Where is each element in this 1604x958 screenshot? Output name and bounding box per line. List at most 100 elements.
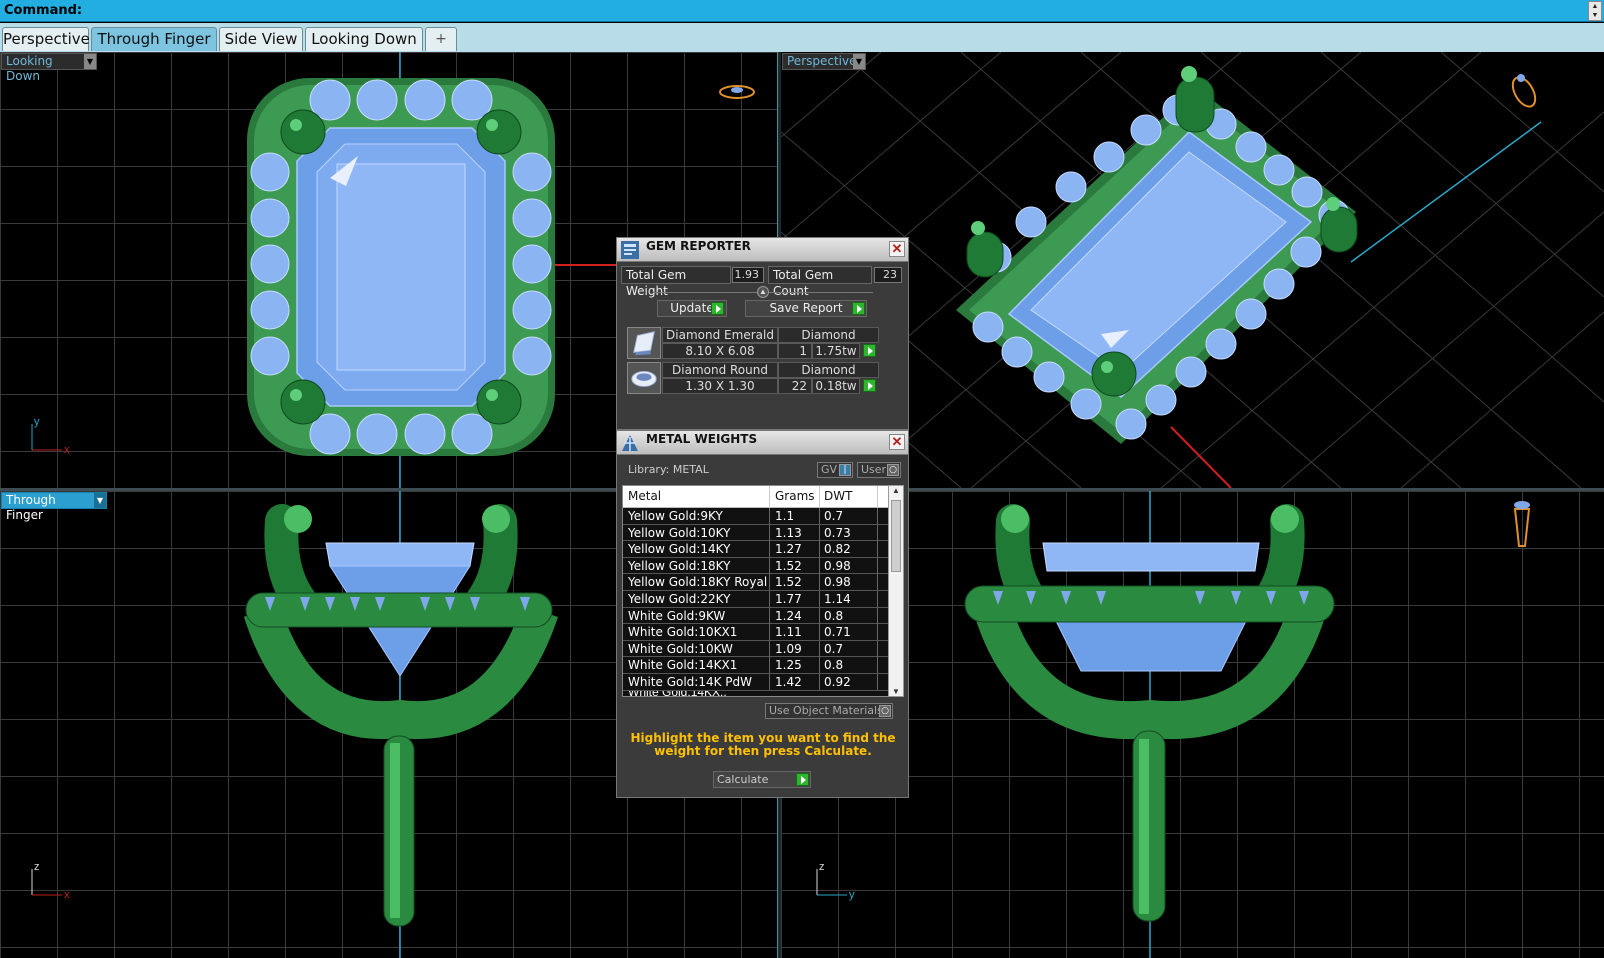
- round-cut-icon: [627, 362, 661, 394]
- total-gem-count-value: 23: [874, 267, 902, 283]
- column-separator: [819, 541, 820, 558]
- update-button-label: Update: [670, 301, 714, 315]
- gem-reporter-titlebar[interactable]: GEM REPORTER ✕: [617, 238, 908, 262]
- table-row[interactable]: White Gold:14K PdW 1.42 0.92: [623, 674, 888, 691]
- metal-weights-panel: METAL WEIGHTS ✕ Library: METAL GV | User ○…: [616, 430, 909, 798]
- command-label: Command:: [4, 3, 83, 18]
- app-window: Command: ▲ ▼ Perspective Through Finger S…: [0, 0, 1604, 958]
- table-row[interactable]: White Gold:10KW 1.09 0.7: [623, 640, 888, 658]
- table-row[interactable]: White Gold:14KX1 1.25 0.8: [623, 657, 888, 674]
- gem-reporter-panel: GEM REPORTER ✕ Total Gem Weight 1.93 Tot…: [616, 237, 909, 430]
- user-toggle[interactable]: User ○: [857, 462, 901, 478]
- column-separator: [769, 524, 770, 541]
- gem-row-go-icon[interactable]: [863, 344, 876, 357]
- metal-weights-title: METAL WEIGHTS: [646, 432, 758, 446]
- table-row[interactable]: White Gold:9KW 1.24 0.8: [623, 607, 888, 625]
- total-gem-weight-value: 1.93: [732, 267, 764, 283]
- table-row[interactable]: Yellow Gold:10KY 1.13 0.73: [623, 524, 888, 542]
- column-separator: [877, 524, 878, 541]
- cell-grams: 1.09: [775, 641, 802, 656]
- user-toggle-label: User: [861, 463, 887, 476]
- table-row[interactable]: White Gold:10KX1 1.11 0.71: [623, 624, 888, 641]
- column-separator: [819, 557, 820, 574]
- column-separator: [769, 541, 770, 558]
- cell-metal: Yellow Gold:10KY: [628, 525, 731, 540]
- gv-toggle[interactable]: GV |: [817, 462, 853, 478]
- axis-label-x: x: [64, 889, 70, 901]
- tab-looking-down[interactable]: Looking Down: [305, 27, 423, 51]
- viewport-label-perspective[interactable]: Perspective ▼: [782, 53, 866, 70]
- gem-list-item[interactable]: Diamond Round Diamond 1.30 X 1.30 22 0.1…: [627, 362, 879, 394]
- gem-count: 22: [778, 378, 812, 394]
- column-separator: [819, 624, 820, 641]
- gem-size: 8.10 X 6.08: [662, 343, 778, 359]
- metal-table-scrollbar[interactable]: ▲ ▼: [888, 485, 904, 697]
- gem-report-icon: [621, 241, 639, 259]
- column-header-grams[interactable]: Grams: [775, 489, 815, 503]
- column-header-metal[interactable]: Metal: [628, 489, 661, 503]
- toggle-knob-icon: ○: [879, 705, 891, 717]
- scroll-up-icon[interactable]: ▲: [892, 486, 900, 495]
- library-label: Library: METAL: [628, 463, 709, 476]
- scrollbar-thumb[interactable]: [891, 500, 901, 572]
- table-row[interactable]: Yellow Gold:18KY Royal 1.52 0.98: [623, 574, 888, 591]
- save-report-go-icon[interactable]: [852, 302, 865, 315]
- viewport-label-looking-down[interactable]: Looking Down ▼: [1, 53, 97, 83]
- cell-metal: White Gold:14K PdW: [628, 675, 753, 689]
- table-row[interactable]: Yellow Gold:14KY 1.27 0.82: [623, 541, 888, 558]
- cell-grams: 1.1: [775, 509, 795, 523]
- cell-grams: 1.42: [775, 675, 802, 689]
- partial-table-row: White Gold:14KX..: [623, 690, 888, 696]
- gem-count: 1: [778, 343, 812, 359]
- column-separator: [877, 607, 878, 624]
- table-row[interactable]: Yellow Gold:22KY 1.77 1.14: [623, 591, 888, 608]
- column-separator: [769, 486, 770, 508]
- viewport-label-through-finger[interactable]: Through Finger ▼: [1, 492, 107, 522]
- cell-grams: 1.25: [775, 658, 802, 673]
- use-object-materials-toggle[interactable]: Use Object Materials ○: [765, 703, 893, 719]
- chevron-down-icon[interactable]: ▼: [853, 54, 865, 69]
- cell-metal: Yellow Gold:9KY: [628, 509, 723, 523]
- axis-label-y: y: [849, 889, 855, 901]
- save-report-button[interactable]: Save Report: [745, 300, 867, 317]
- collapse-handle-icon[interactable]: ▲: [757, 286, 769, 298]
- cell-metal: Yellow Gold:22KY: [628, 592, 731, 606]
- tab-through-finger[interactable]: Through Finger: [91, 27, 217, 51]
- table-row[interactable]: Yellow Gold:18KY 1.52 0.98: [623, 557, 888, 575]
- scroll-down-icon[interactable]: ▼: [892, 687, 900, 696]
- column-separator: [769, 574, 770, 591]
- scale-icon: [622, 435, 638, 451]
- metal-table-header: Metal Grams DWT: [623, 486, 892, 508]
- gem-row-go-icon[interactable]: [863, 379, 876, 392]
- column-separator: [769, 624, 770, 641]
- gem-material: Diamond: [778, 362, 879, 378]
- cell-dwt: 0.71: [824, 625, 851, 640]
- save-report-label: Save Report: [769, 301, 843, 315]
- column-header-dwt[interactable]: DWT: [824, 489, 852, 503]
- command-bar[interactable]: Command: ▲ ▼: [0, 0, 1604, 22]
- chevron-down-icon[interactable]: ▼: [84, 54, 96, 69]
- axis-label-z: z: [819, 861, 825, 873]
- calculate-go-icon[interactable]: [796, 773, 809, 786]
- gem-size: 1.30 X 1.30: [662, 378, 778, 394]
- cell-dwt: 0.92: [824, 675, 851, 689]
- tab-side-view[interactable]: Side View: [219, 27, 303, 51]
- emerald-cut-icon: [627, 327, 661, 359]
- total-gem-weight-label: Total Gem Weight: [621, 266, 731, 298]
- metal-weights-titlebar[interactable]: METAL WEIGHTS ✕: [617, 431, 908, 455]
- close-icon[interactable]: ✕: [889, 241, 905, 257]
- column-separator: [819, 674, 820, 690]
- gem-list-item[interactable]: Diamond Emerald Diamond 8.10 X 6.08 1 1.…: [627, 327, 879, 359]
- gem-name: Diamond Emerald: [662, 327, 778, 343]
- use-object-materials-label: Use Object Materials: [769, 704, 883, 717]
- metal-table: Metal Grams DWT Yellow Gold:9KY 1.1 0.7 Yel…: [622, 485, 893, 697]
- update-go-icon[interactable]: [711, 302, 724, 315]
- chevron-down-icon[interactable]: ▼: [94, 493, 106, 508]
- add-tab-button[interactable]: +: [425, 27, 457, 51]
- command-scroll-arrows[interactable]: ▲ ▼: [1588, 1, 1602, 21]
- tab-perspective[interactable]: Perspective: [2, 27, 90, 51]
- gem-material: Diamond: [778, 327, 879, 343]
- close-icon[interactable]: ✕: [889, 434, 905, 450]
- table-row[interactable]: Yellow Gold:9KY 1.1 0.7: [623, 508, 888, 525]
- calculate-label: Calculate: [717, 773, 769, 786]
